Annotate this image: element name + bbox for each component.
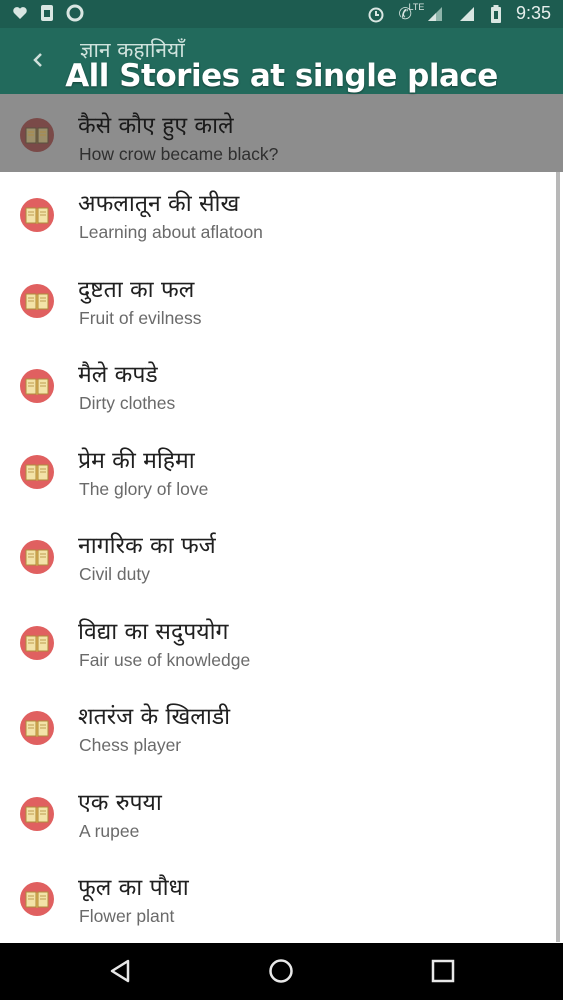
story-title: एक रुपया: [78, 789, 162, 816]
story-subtitle: Fair use of knowledge: [79, 649, 251, 670]
recents-square-icon[interactable]: [429, 957, 457, 985]
promo-banner-text: All Stories at single place: [65, 58, 498, 94]
list-item[interactable]: अफलातून की सीख Learning about aflatoon: [0, 172, 563, 258]
story-title: दुष्टता का फल: [78, 276, 195, 303]
book-icon: [20, 118, 54, 152]
story-title: अफलातून की सीख: [78, 191, 240, 217]
book-icon: [20, 625, 54, 660]
story-subtitle: Fruit of evilness: [79, 307, 202, 328]
list-item[interactable]: एक रुपया A rupee: [0, 771, 563, 857]
story-subtitle: Dirty clothes: [79, 393, 176, 413]
story-subtitle: How crow became black?: [79, 144, 279, 164]
battery-icon: [490, 4, 501, 23]
story-subtitle: Flower plant: [79, 906, 175, 926]
story-list: कैसे कौए हुए काले How crow became black? …: [0, 94, 563, 942]
story-title: फूल का पौधा: [78, 875, 189, 901]
navigation-bar: [0, 943, 563, 1000]
circle-icon: [66, 4, 84, 22]
list-item[interactable]: शतरंज के खिलाडी Chess player: [0, 685, 563, 771]
status-bar: ✆ LTE 9:35: [0, 0, 563, 28]
story-title: कैसे कौए हुए काले: [78, 113, 234, 139]
story-subtitle: Civil duty: [79, 564, 150, 584]
network-label: LTE: [408, 1, 425, 12]
story-title: नागरिक का फर्ज: [78, 533, 216, 559]
book-icon: [20, 198, 54, 232]
scrollbar[interactable]: [556, 172, 560, 942]
list-item[interactable]: विद्या का सदुपयोग Fair use of knowledge: [0, 600, 563, 686]
list-item[interactable]: प्रेम की महिमा The glory of love: [0, 429, 563, 515]
list-item[interactable]: नागरिक का फर्ज Civil duty: [0, 514, 563, 600]
story-title: प्रेम की महिमा: [78, 447, 195, 474]
story-subtitle: A rupee: [79, 820, 140, 841]
book-icon: [20, 283, 54, 318]
story-subtitle: Chess player: [79, 735, 182, 755]
back-triangle-icon[interactable]: [106, 957, 134, 985]
story-subtitle: Learning about aflatoon: [79, 222, 263, 242]
heart-icon: [13, 7, 27, 19]
list-item[interactable]: कैसे कौए हुए काले How crow became black?: [0, 94, 563, 172]
list-item[interactable]: फूल का पौधा Flower plant: [0, 856, 563, 942]
story-title: विद्या का सदुपयोग: [78, 618, 229, 645]
sim-icon: [41, 5, 53, 21]
signal-icon: [459, 6, 474, 21]
book-icon: [20, 882, 54, 916]
home-circle-icon[interactable]: [267, 957, 295, 985]
story-title: शतरंज के खिलाडी: [78, 704, 231, 730]
book-icon: [20, 796, 54, 831]
story-subtitle: The glory of love: [79, 478, 209, 499]
clock: 9:35: [515, 3, 551, 23]
alarm-icon: [368, 7, 384, 22]
book-icon: [20, 369, 54, 403]
book-icon: [20, 454, 54, 489]
book-icon: [20, 540, 54, 574]
story-title: मैले कपडे: [78, 362, 158, 388]
signal-icon: [427, 6, 442, 21]
lte-call-icon: ✆ LTE: [398, 1, 425, 23]
book-icon: [20, 711, 54, 745]
list-item[interactable]: मैले कपडे Dirty clothes: [0, 343, 563, 429]
list-item[interactable]: दुष्टता का फल Fruit of evilness: [0, 258, 563, 344]
